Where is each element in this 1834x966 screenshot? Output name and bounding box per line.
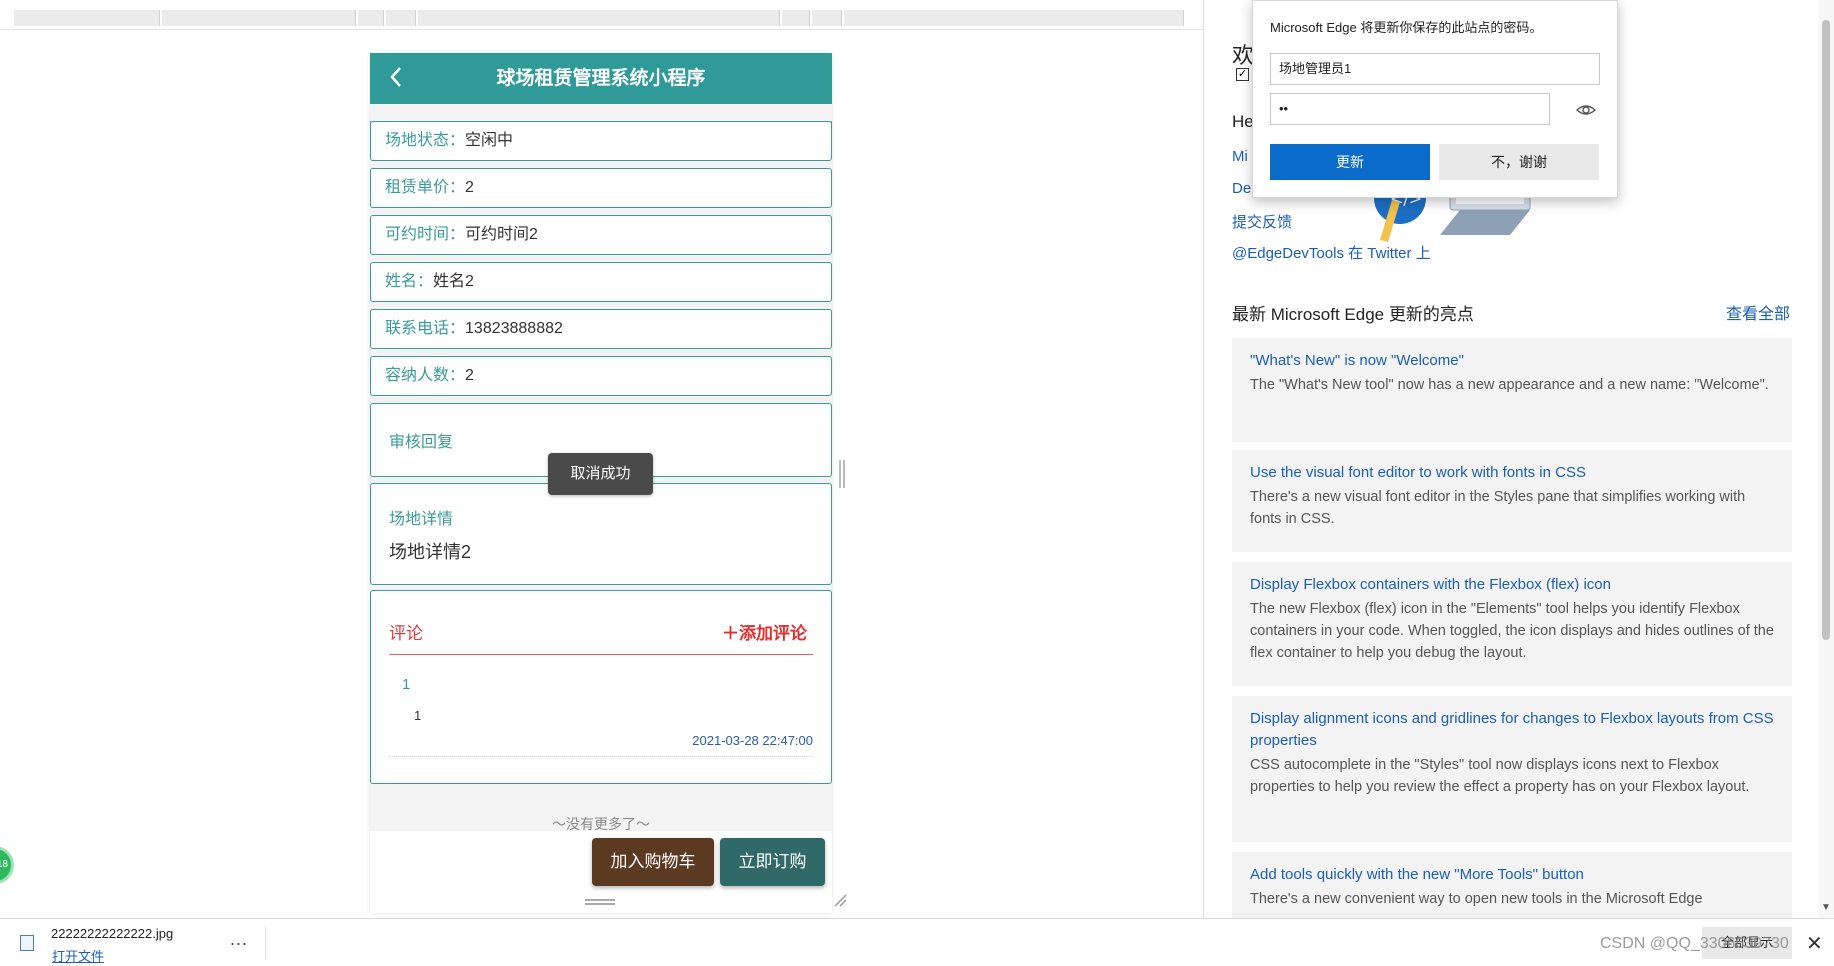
- toolbar-segment: [418, 10, 780, 26]
- details-text: 场地详情2: [389, 542, 472, 562]
- card-title[interactable]: Display Flexbox containers with the Flex…: [1250, 574, 1774, 596]
- close-icon[interactable]: ✕: [1806, 931, 1823, 956]
- welcome-heading-partial: 欢: [1232, 43, 1255, 68]
- startup-checkbox[interactable]: ✓: [1236, 68, 1249, 81]
- field-capacity: 容纳人数：2: [370, 356, 832, 396]
- review-caption: 审核回复: [389, 434, 454, 451]
- comment-time: 2021-03-28 22:47:00: [692, 733, 813, 748]
- mini-program-simulator: 球场租赁管理系统小程序 场地状态：空闲中 租赁单价：2 可约时间：可约时间2 姓…: [370, 53, 832, 913]
- more-options-button[interactable]: ...: [230, 929, 248, 950]
- whats-new-card[interactable]: Display alignment icons and gridlines fo…: [1232, 696, 1792, 842]
- watermark: CSDN @QQ_3306639730: [1600, 935, 1789, 952]
- toolbar-segment: [844, 10, 1184, 26]
- help-heading-partial: He: [1232, 112, 1254, 131]
- field-value: 姓名2: [433, 273, 474, 290]
- toolbar-segment: [782, 10, 810, 26]
- link-partial-de[interactable]: De: [1232, 180, 1251, 197]
- drag-handle[interactable]: [585, 899, 615, 905]
- whats-new-card[interactable]: Display Flexbox containers with the Flex…: [1232, 562, 1792, 686]
- scroll-down-icon[interactable]: ▼: [1821, 902, 1831, 913]
- toolbar-segment: [14, 10, 160, 26]
- card-description: The "What's New tool" now has a new appe…: [1250, 377, 1769, 393]
- toolbar-segment: [386, 10, 416, 26]
- password-field[interactable]: ••: [1270, 93, 1550, 125]
- decline-button[interactable]: 不，谢谢: [1439, 144, 1599, 180]
- image-file-icon: [20, 935, 34, 951]
- add-comment-button[interactable]: ＋添加评论: [722, 619, 807, 644]
- field-phone: 联系电话：13823888882: [370, 309, 832, 349]
- password-update-popup: Microsoft Edge 将更新你保存的此站点的密码。 场地管理员1 •• …: [1252, 0, 1618, 198]
- order-now-button[interactable]: 立即订购: [720, 838, 825, 886]
- toolbar-segment: [358, 10, 384, 26]
- field-value: 空闲中: [465, 132, 514, 149]
- card-description: CSS autocomplete in the "Styles" tool no…: [1250, 757, 1750, 795]
- link-partial-mi[interactable]: Mi: [1232, 148, 1248, 165]
- venue-details-box: 场地详情 场地详情2: [370, 483, 832, 585]
- field-label: 租赁单价：: [385, 179, 466, 196]
- field-label: 姓名：: [385, 273, 434, 290]
- comments-section: 评论 ＋添加评论 1 1 2021-03-28 22:47:00: [370, 590, 832, 784]
- comment-text: 1: [414, 708, 422, 723]
- field-unit-price: 租赁单价：2: [370, 168, 832, 208]
- devtools-scrollbar[interactable]: ▼: [1818, 0, 1834, 918]
- popup-message: Microsoft Edge 将更新你保存的此站点的密码。: [1270, 20, 1543, 35]
- comment-user: 1: [402, 676, 411, 693]
- field-status: 场地状态：空闲中: [370, 121, 832, 161]
- comments-heading: 评论: [389, 624, 423, 643]
- page-title: 球场租赁管理系统小程序: [496, 68, 706, 89]
- card-description: The new Flexbox (flex) icon in the "Elem…: [1250, 601, 1774, 661]
- field-label: 可约时间：: [385, 226, 466, 243]
- open-file-link[interactable]: 打开文件: [52, 946, 104, 965]
- top-toolbar: [0, 0, 1203, 30]
- whats-new-card[interactable]: Add tools quickly with the new "More Too…: [1232, 852, 1792, 918]
- field-value: 2: [465, 179, 474, 196]
- card-title[interactable]: Display alignment icons and gridlines fo…: [1250, 708, 1774, 752]
- toolbar-segment: [812, 10, 842, 26]
- nav-bar: 球场租赁管理系统小程序: [370, 53, 832, 104]
- scrollbar-thumb[interactable]: [1822, 20, 1830, 640]
- divider: [265, 927, 266, 959]
- add-to-cart-button[interactable]: 加入购物车: [592, 838, 714, 886]
- download-filename: 22222222222222.jpg: [51, 926, 174, 941]
- toolbar-segment: [162, 10, 356, 26]
- floating-badge[interactable]: 18: [0, 846, 14, 884]
- bottom-action-bar: 加入购物车 立即订购: [370, 831, 832, 913]
- details-caption: 场地详情: [389, 511, 454, 528]
- field-value: 13823888882: [465, 320, 563, 337]
- field-label: 容纳人数：: [385, 367, 466, 384]
- card-title[interactable]: "What's New" is now "Welcome": [1250, 350, 1774, 372]
- card-description: There's a new convenient way to open new…: [1250, 891, 1703, 907]
- see-all-link[interactable]: 查看全部: [1726, 300, 1790, 324]
- panel-splitter[interactable]: [839, 460, 845, 488]
- card-description: There's a new visual font editor in the …: [1250, 489, 1746, 527]
- whats-new-card[interactable]: Use the visual font editor to work with …: [1232, 450, 1792, 552]
- field-available-time: 可约时间：可约时间2: [370, 215, 832, 255]
- field-name: 姓名：姓名2: [370, 262, 832, 302]
- resize-grip-icon[interactable]: [833, 893, 847, 907]
- card-title[interactable]: Use the visual font editor to work with …: [1250, 462, 1774, 484]
- download-bar: 22222222222222.jpg 打开文件 ... 全部显示 ✕: [0, 918, 1834, 966]
- field-label: 场地状态：: [385, 132, 466, 149]
- highlights-title: 最新 Microsoft Edge 更新的亮点: [1232, 305, 1474, 324]
- comments-divider: [389, 654, 813, 655]
- username-field[interactable]: 场地管理员1: [1270, 53, 1600, 85]
- show-password-eye-icon[interactable]: [1575, 99, 1597, 121]
- field-value: 2: [465, 367, 474, 384]
- whats-new-card[interactable]: "What's New" is now "Welcome" The "What'…: [1232, 338, 1792, 442]
- field-value: 可约时间2: [465, 226, 538, 243]
- card-title[interactable]: Add tools quickly with the new "More Too…: [1250, 864, 1774, 886]
- update-password-button[interactable]: 更新: [1270, 144, 1430, 180]
- comment-divider: [389, 756, 813, 757]
- field-label: 联系电话：: [385, 320, 466, 337]
- feedback-link[interactable]: 提交反馈: [1232, 211, 1292, 232]
- toast-message: 取消成功: [548, 453, 653, 495]
